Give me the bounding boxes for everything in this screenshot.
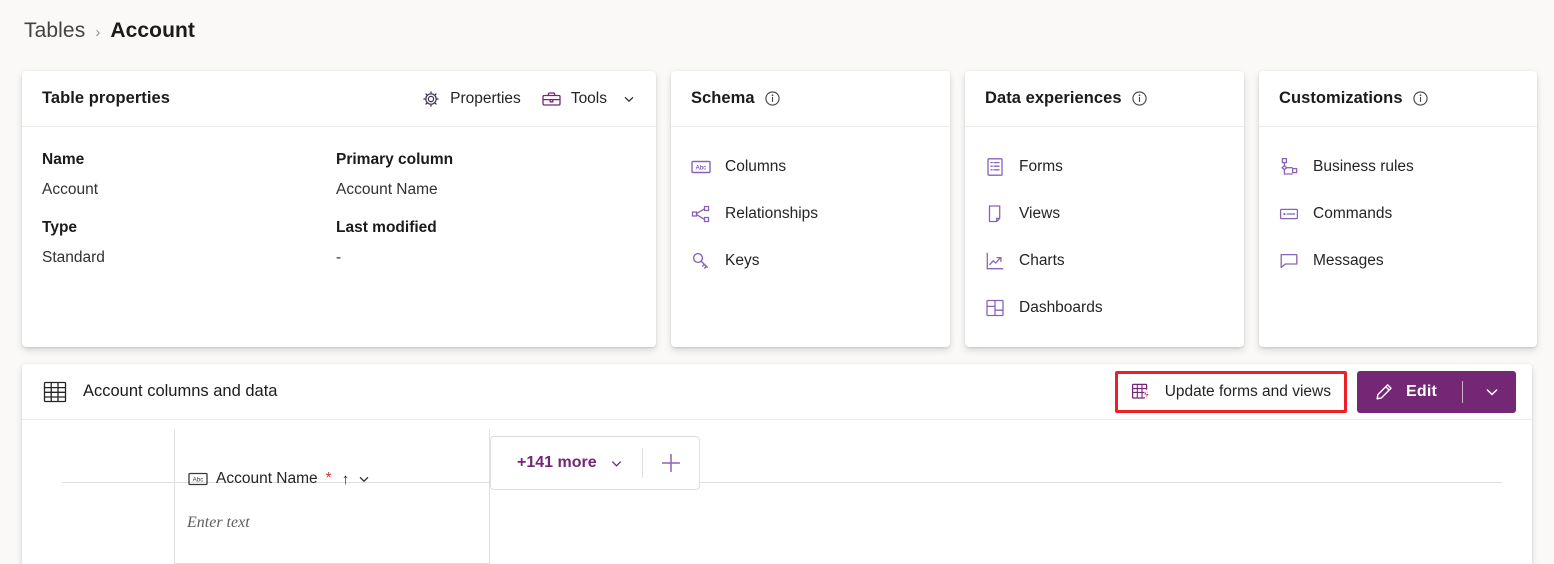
card-header: Customizations [1259,71,1537,127]
properties-label: Properties [450,89,521,107]
card-customizations: Customizations Business rules Commands M… [1259,71,1537,347]
info-icon[interactable] [1412,90,1429,107]
table-grid-icon [42,380,68,404]
sidebar-item-label: Views [1019,204,1061,222]
dashboard-icon [985,298,1005,318]
sidebar-item-dashboards[interactable]: Dashboards [985,284,1244,331]
card-title: Schema [691,89,755,107]
field-label-type: Type [42,219,78,236]
info-icon[interactable] [764,90,781,107]
field-value-primary-column: Account Name [336,181,438,198]
cards-row: Table properties Properties Tools Name A… [22,71,1537,347]
breadcrumb-separator-icon: › [95,23,101,41]
table-properties-body: Name Account Type Standard Primary colum… [22,127,656,267]
more-columns-box: +141 more [490,436,700,490]
cell-placeholder: Enter text [187,514,250,531]
sidebar-item-label: Relationships [725,204,819,222]
abc-box-icon: Abc [691,157,711,177]
update-forms-and-views-label: Update forms and views [1164,382,1331,400]
edit-button[interactable]: Edit [1356,370,1516,413]
tools-button[interactable]: Tools [541,89,636,109]
sidebar-item-charts[interactable]: Charts [985,237,1244,284]
edit-split-divider [1462,380,1463,403]
field-value-type: Standard [42,249,105,266]
page-title: Account columns and data [83,382,278,400]
relationships-icon [691,204,711,224]
info-icon[interactable] [1131,90,1148,107]
sidebar-item-label: Forms [1019,157,1063,175]
line-chart-icon [985,251,1005,271]
update-forms-and-views-highlight: Update forms and views [1114,370,1347,413]
sidebar-item-columns[interactable]: Abc Columns [691,143,950,190]
more-columns-label: +141 more [517,454,597,471]
message-icon [1279,251,1299,271]
svg-text:Abc: Abc [696,164,707,171]
field-label-last-modified: Last modified [336,219,437,236]
table-hub-page: Tables › Account Table properties Proper… [0,0,1554,564]
sidebar-item-forms[interactable]: Forms [985,143,1244,190]
grid-cell-account-name[interactable]: Enter text [175,483,489,563]
view-page-icon [985,204,1005,224]
customizations-links: Business rules Commands Messages [1259,127,1537,284]
toolbox-icon [541,89,562,109]
schema-links: Abc Columns Relationships Keys [671,127,950,284]
panel-title-wrap: Account columns and data [42,380,277,404]
sidebar-item-label: Columns [725,157,787,175]
gear-icon [421,89,441,109]
panel-actions: Update forms and views Edit [1114,370,1516,413]
commands-icon [1279,204,1299,224]
card-schema: Schema Abc Columns Relationships Keys [671,71,950,347]
edit-label: Edit [1405,382,1437,400]
sidebar-item-label: Commands [1313,204,1393,222]
tools-label: Tools [570,89,607,107]
plus-icon [659,451,683,475]
sidebar-item-label: Charts [1019,251,1065,269]
pencil-icon [1373,381,1395,403]
field-label-primary-column: Primary column [336,151,454,168]
field-label-name: Name [42,151,85,168]
data-experiences-links: Forms Views Charts Dashboards [965,127,1244,331]
sidebar-item-label: Keys [725,251,760,269]
form-icon [985,157,1005,177]
columns-grid: Abc Account Name * ↑ Enter text [22,420,1532,564]
more-columns-button[interactable]: +141 more [491,437,642,489]
sidebar-item-label: Business rules [1313,157,1414,175]
card-title: Table properties [42,89,170,107]
card-header-actions: Properties Tools [421,89,636,109]
chevron-down-icon [609,456,624,471]
card-title: Data experiences [985,89,1122,107]
panel-header: Account columns and data Update forms an… [22,364,1532,420]
card-data-experiences: Data experiences Forms Views Charts Dash… [965,71,1244,347]
sidebar-item-relationships[interactable]: Relationships [691,190,950,237]
table-lightning-icon [1131,382,1153,402]
card-header: Data experiences [965,71,1244,127]
properties-column-right: Primary column Account Name Last modifie… [336,151,630,267]
sidebar-item-label: Messages [1313,251,1384,269]
chevron-down-icon[interactable] [1484,384,1512,400]
card-header: Table properties Properties Tools [22,71,656,127]
field-value-name: Account [42,181,99,198]
card-table-properties: Table properties Properties Tools Name A… [22,71,656,347]
key-icon [691,251,711,271]
sidebar-item-commands[interactable]: Commands [1279,190,1537,237]
sidebar-item-keys[interactable]: Keys [691,237,950,284]
update-forms-and-views-button[interactable]: Update forms and views [1117,373,1344,410]
add-column-button[interactable] [643,437,699,489]
card-header: Schema [671,71,950,127]
card-title: Customizations [1279,89,1403,107]
sidebar-item-label: Dashboards [1019,298,1103,316]
sidebar-item-business-rules[interactable]: Business rules [1279,143,1537,190]
breadcrumb-current-account: Account [110,19,196,42]
sidebar-item-views[interactable]: Views [985,190,1244,237]
account-columns-and-data-panel: Account columns and data Update forms an… [22,364,1532,564]
properties-column-left: Name Account Type Standard [42,151,336,267]
chevron-down-icon [622,92,636,106]
properties-button[interactable]: Properties [421,89,521,109]
breadcrumb-tables-link[interactable]: Tables [24,19,85,43]
breadcrumb: Tables › Account [24,14,195,48]
field-value-last-modified: - [336,249,342,266]
business-rules-icon [1279,157,1299,177]
sidebar-item-messages[interactable]: Messages [1279,237,1537,284]
